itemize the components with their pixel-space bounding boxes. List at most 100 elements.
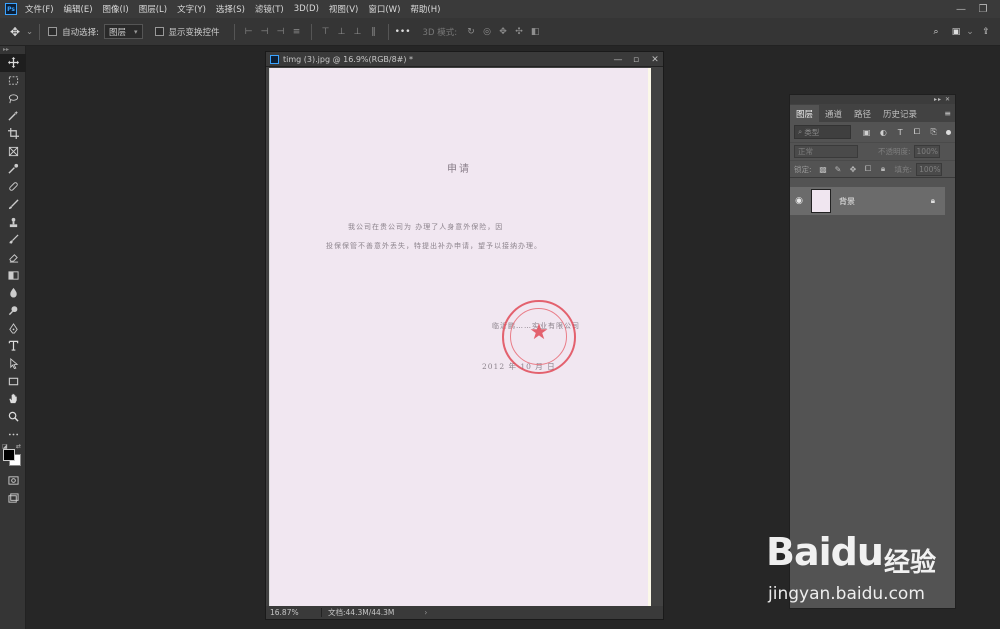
tab-channels[interactable]: 通道 <box>819 105 848 122</box>
distribute-icon[interactable]: ≡ <box>289 25 305 39</box>
tab-paths[interactable]: 路径 <box>848 105 877 122</box>
pen-tool-icon[interactable] <box>0 319 26 337</box>
menu-help[interactable]: 帮助(H) <box>410 3 440 15</box>
align-top-icon[interactable]: ⊤ <box>318 25 334 39</box>
filter-toggle[interactable] <box>946 129 952 135</box>
more-tools-icon[interactable] <box>0 425 26 443</box>
document-line-2: 投保保管不善意外丢失，特提出补办申请，望予以接纳办理。 <box>326 242 542 250</box>
blur-tool-icon[interactable] <box>0 284 26 302</box>
lock-icon[interactable]: 🔒︎ <box>931 196 935 206</box>
magic-wand-tool-icon[interactable] <box>0 107 26 125</box>
filter-shape-icon[interactable]: ⧠ <box>910 125 925 139</box>
align-right-icon[interactable]: ⊣ <box>273 25 289 39</box>
lock-artboard-icon[interactable]: ⧠ <box>863 164 874 175</box>
brush-tool-icon[interactable] <box>0 196 26 214</box>
layer-filter-dropdown[interactable]: ⌕ 类型 <box>794 125 852 139</box>
zoom-level[interactable]: 16.87% <box>266 608 322 617</box>
foreground-color-swatch[interactable] <box>3 449 15 462</box>
lasso-tool-icon[interactable] <box>0 89 26 107</box>
blend-mode-dropdown[interactable]: 正常 <box>794 145 858 158</box>
auto-select-target-dropdown[interactable]: 图层 ▾ <box>104 24 143 39</box>
menu-type[interactable]: 文字(Y) <box>177 3 206 15</box>
filter-smart-object-icon[interactable]: ⎘ <box>926 125 941 139</box>
menu-layer[interactable]: 图层(L) <box>139 3 167 15</box>
eyedropper-tool-icon[interactable] <box>0 160 26 178</box>
lock-transparency-icon[interactable]: ▩ <box>818 164 829 175</box>
lock-position-icon[interactable]: ✥ <box>848 164 859 175</box>
eraser-tool-icon[interactable] <box>0 249 26 267</box>
panel-collapse-bar[interactable]: ▸▸ ✕ <box>790 95 955 104</box>
more-options-icon[interactable]: ••• <box>395 25 411 39</box>
menu-window[interactable]: 窗口(W) <box>368 3 400 15</box>
marquee-tool-icon[interactable] <box>0 72 26 90</box>
menu-view[interactable]: 视图(V) <box>329 3 358 15</box>
minimize-button[interactable]: — <box>950 0 972 18</box>
tab-history[interactable]: 历史记录 <box>877 105 923 122</box>
path-selection-tool-icon[interactable] <box>0 355 26 373</box>
photoshop-document-icon <box>270 54 279 64</box>
chevron-right-icon[interactable]: › <box>424 608 427 617</box>
screen-mode-icon[interactable] <box>0 490 26 508</box>
restore-button[interactable]: ❐ <box>972 0 994 18</box>
align-left-icon[interactable]: ⊢ <box>241 25 257 39</box>
filter-type-icon[interactable]: T <box>893 125 908 139</box>
auto-select-checkbox[interactable] <box>48 27 58 36</box>
menu-select[interactable]: 选择(S) <box>216 3 245 15</box>
panel-tabs: 图层 通道 路径 历史记录 ≡ <box>790 104 955 122</box>
frame-tool-icon[interactable] <box>0 142 26 160</box>
search-icon[interactable]: ⌕ <box>928 25 944 39</box>
clone-stamp-tool-icon[interactable] <box>0 213 26 231</box>
lock-all-icon[interactable]: 🔒︎ <box>878 164 889 175</box>
crop-tool-icon[interactable] <box>0 125 26 143</box>
quick-mask-icon[interactable] <box>0 472 26 490</box>
share-icon[interactable]: ⇪ <box>978 25 994 39</box>
type-tool-icon[interactable] <box>0 337 26 355</box>
document-status-bar: 16.87% 文档:44.3M/44.3M › <box>266 606 663 619</box>
3d-roll-icon[interactable]: ◎ <box>479 25 495 39</box>
move-tool-icon[interactable] <box>0 54 26 72</box>
opacity-input[interactable]: 100% <box>913 145 940 158</box>
chevron-down-icon[interactable]: ⌄ <box>962 25 978 39</box>
gradient-tool-icon[interactable] <box>0 266 26 284</box>
visibility-eye-icon[interactable]: ◉ <box>790 196 808 206</box>
document-image[interactable]: 申请 我公司在贵公司为 办理了人身意外保险，因 投保保管不善意外丢失，特提出补办… <box>269 68 651 607</box>
menu-filter[interactable]: 滤镜(T) <box>255 3 284 15</box>
align-hcenter-icon[interactable]: ⊣ <box>257 25 273 39</box>
align-vcenter-icon[interactable]: ⊥ <box>334 25 350 39</box>
3d-scale-icon[interactable]: ◧ <box>527 25 543 39</box>
document-titlebar[interactable]: timg (3).jpg @ 16.9%(RGB/8#) * — ▫ ✕ <box>266 52 663 67</box>
chevron-down-icon[interactable]: ⌄ <box>26 27 33 37</box>
color-swatches[interactable]: ◪ ⇄ <box>0 443 26 469</box>
menu-3d[interactable]: 3D(D) <box>294 4 319 14</box>
show-transform-checkbox[interactable] <box>154 27 164 36</box>
fill-input[interactable]: 100% <box>916 162 943 176</box>
maximize-document-button[interactable]: ▫ <box>627 52 645 67</box>
3d-pan-icon[interactable]: ✥ <box>495 25 511 39</box>
minimize-document-button[interactable]: — <box>609 52 627 67</box>
layer-row-background[interactable]: ◉ 背景 🔒︎ <box>790 187 945 215</box>
menu-edit[interactable]: 编辑(E) <box>64 3 93 15</box>
3d-slide-icon[interactable]: ✣ <box>511 25 527 39</box>
filter-adjustment-icon[interactable]: ◐ <box>876 125 891 139</box>
3d-orbit-icon[interactable]: ↻ <box>463 25 479 39</box>
divider <box>387 23 389 40</box>
panel-menu-icon[interactable]: ≡ <box>944 109 951 118</box>
hand-tool-icon[interactable] <box>0 390 26 408</box>
menu-image[interactable]: 图像(I) <box>103 3 129 15</box>
zoom-tool-icon[interactable] <box>0 408 26 426</box>
distribute-vertical-icon[interactable]: ‖ <box>366 25 382 39</box>
filter-pixel-icon[interactable]: ▣ <box>859 125 874 139</box>
menu-file[interactable]: 文件(F) <box>25 3 54 15</box>
layer-name[interactable]: 背景 <box>839 196 855 207</box>
history-brush-tool-icon[interactable] <box>0 231 26 249</box>
lock-pixels-icon[interactable]: ✎ <box>833 164 844 175</box>
tab-layers[interactable]: 图层 <box>790 105 820 122</box>
healing-brush-tool-icon[interactable] <box>0 178 26 196</box>
swap-colors-icon[interactable]: ⇄ <box>16 443 21 450</box>
document-window[interactable]: timg (3).jpg @ 16.9%(RGB/8#) * — ▫ ✕ 申请 … <box>265 51 664 620</box>
dodge-tool-icon[interactable] <box>0 302 26 320</box>
close-document-button[interactable]: ✕ <box>646 52 664 67</box>
rectangle-tool-icon[interactable] <box>0 372 26 390</box>
options-bar: ✥ ⌄ 自动选择: 图层 ▾ 显示变换控件 ⊢ ⊣ ⊣ ≡ ⊤ ⊥ ⊥ ‖ ••… <box>0 18 1000 46</box>
align-bottom-icon[interactable]: ⊥ <box>350 25 366 39</box>
